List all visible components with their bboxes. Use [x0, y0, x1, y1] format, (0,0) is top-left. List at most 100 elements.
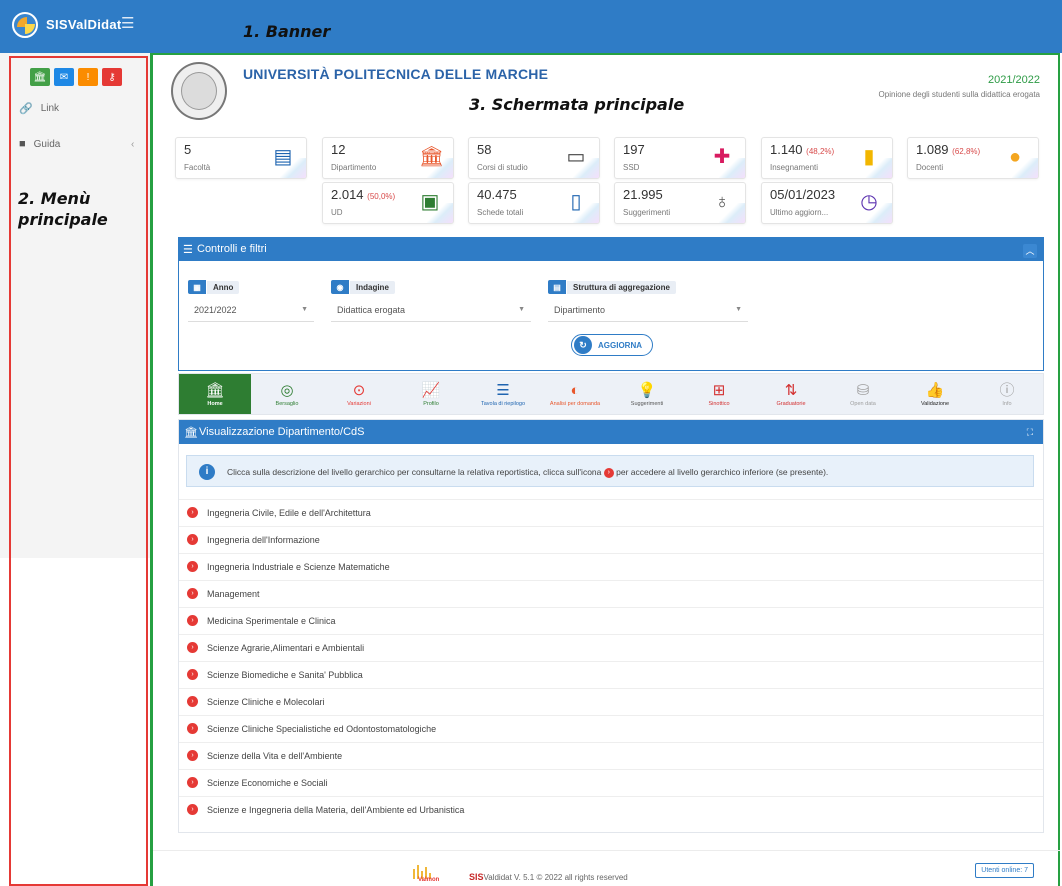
tab-label: Sinottico — [708, 400, 730, 407]
arrow-right-circle-icon[interactable]: › — [187, 723, 198, 734]
tab-profilo[interactable]: 📈 Profilo — [395, 374, 467, 414]
department-name[interactable]: Scienze della Vita e dell'Ambiente — [207, 751, 342, 761]
envelope-icon[interactable]: ✉ — [54, 68, 74, 86]
arrow-right-circle-icon: › — [603, 467, 614, 478]
arrow-right-circle-icon[interactable]: › — [187, 561, 198, 572]
indagine-select[interactable]: Didattica erogata ▼ — [331, 300, 531, 322]
tab-label: Graduatorie — [776, 400, 806, 407]
tab-icon: ◐ — [570, 381, 580, 399]
tab-validazione[interactable]: 👍 Validazione — [899, 374, 971, 414]
university-seal — [171, 62, 227, 120]
department-row[interactable]: › Scienze Biomediche e Sanita' Pubblica — [179, 661, 1043, 688]
department-name[interactable]: Scienze e Ingegneria della Materia, dell… — [207, 805, 464, 815]
department-name[interactable]: Scienze Biomediche e Sanita' Pubblica — [207, 670, 363, 680]
sidebar-item-link[interactable]: 🔗 Link — [19, 102, 59, 115]
tab-graduatorie[interactable]: ⇅ Graduatorie — [755, 374, 827, 414]
stat-value: 05/01/2023 — [770, 187, 836, 202]
arrow-right-circle-icon[interactable]: › — [187, 588, 198, 599]
tab-icon: ☰ — [496, 381, 510, 399]
department-row[interactable]: › Medicina Sperimentale e Clinica — [179, 607, 1043, 634]
department-row[interactable]: › Scienze Cliniche e Molecolari — [179, 688, 1043, 715]
department-row[interactable]: › Ingegneria Industriale e Scienze Matema… — [179, 553, 1043, 580]
refresh-button[interactable]: ↻ AGGIORNA — [571, 334, 653, 356]
tab-icon: 🏛 — [205, 381, 225, 399]
footer-copyright: SISValdidat V. 5.1 © 2022 all rights res… — [469, 872, 628, 882]
tab-open-data[interactable]: ⛁ Open data — [827, 374, 899, 414]
sidebar-item-label: Link — [40, 103, 60, 114]
chevron-up-icon[interactable]: ︿ — [1023, 244, 1037, 258]
stat-card: 197 SSD ✚ — [614, 137, 746, 179]
department-row[interactable]: › Scienze Economiche e Sociali — [179, 769, 1043, 796]
contact-card-icon: ▣ — [420, 191, 440, 213]
department-name[interactable]: Scienze Cliniche Specialistiche ed Odont… — [207, 724, 436, 734]
stat-label: Corsi di studio — [477, 163, 528, 172]
department-name[interactable]: Ingegneria dell'Informazione — [207, 535, 320, 545]
app-logo[interactable] — [12, 12, 38, 38]
arrow-right-circle-icon[interactable]: › — [187, 777, 198, 788]
filters-panel-header[interactable]: ☰ Controlli e filtri ︿ — [179, 238, 1043, 261]
tab-suggerimenti[interactable]: 💡 Suggerimenti — [611, 374, 683, 414]
arrow-right-circle-icon[interactable]: › — [187, 534, 198, 545]
tab-bersaglio[interactable]: ◎ Bersaglio — [251, 374, 323, 414]
stat-card: 2.014 (50,0%) UD ▣ — [322, 182, 454, 224]
caret-down-icon: ▼ — [518, 306, 525, 313]
tab-variazioni[interactable]: ⊙ Variazioni — [323, 374, 395, 414]
app-brand[interactable]: SISValDidat — [46, 17, 122, 32]
tab-analisi-per-domanda[interactable]: ◐ Analisi per domanda — [539, 374, 611, 414]
anno-select[interactable]: 2021/2022 ▼ — [188, 300, 314, 322]
menu-toggle-icon[interactable]: ☰ — [121, 14, 134, 32]
department-row[interactable]: › Scienze Agrarie,Alimentari e Ambientali — [179, 634, 1043, 661]
tab-label: Suggerimenti — [630, 400, 664, 407]
tab-tavola-di-riepilogo[interactable]: ☰ Tavola di riepilogo — [467, 374, 539, 414]
expand-icon[interactable]: ⛶ — [1027, 427, 1033, 438]
visualization-header: 🏛 Visualizzazione Dipartimento/CdS ⛶ — [179, 420, 1043, 444]
arrow-right-circle-icon[interactable]: › — [187, 642, 198, 653]
tab-label: Bersaglio — [275, 400, 299, 407]
department-name[interactable]: Scienze Agrarie,Alimentari e Ambientali — [207, 643, 364, 653]
filters-panel: ☰ Controlli e filtri ︿ ▦ Anno 2021/2022 ▼ … — [178, 237, 1044, 371]
users-icon: ● — [1008, 146, 1022, 168]
stat-card: 40.475 Schede totali ▯ — [468, 182, 600, 224]
arrow-right-circle-icon[interactable]: › — [187, 804, 198, 815]
tab-info[interactable]: ⓘ Info — [971, 374, 1043, 414]
department-row[interactable]: › Scienze Cliniche Specialistiche ed Odon… — [179, 715, 1043, 742]
department-icon: 🏛 — [184, 427, 198, 439]
department-name[interactable]: Ingegneria Civile, Edile e dell'Architet… — [207, 508, 371, 518]
department-name[interactable]: Scienze Economiche e Sociali — [207, 778, 328, 788]
department-row[interactable]: › Ingegneria Civile, Edile e dell'Archite… — [179, 499, 1043, 526]
department-name[interactable]: Management — [207, 589, 260, 599]
arrow-right-circle-icon[interactable]: › — [187, 750, 198, 761]
lightbulb-icon: ♁ — [714, 191, 730, 213]
stat-value: 12 — [331, 142, 346, 157]
arrow-right-circle-icon[interactable]: › — [187, 507, 198, 518]
institution-icon[interactable]: 🏛 — [30, 68, 50, 86]
arrow-right-circle-icon[interactable]: › — [187, 615, 198, 626]
stat-value: 5 — [184, 142, 192, 157]
department-name[interactable]: Ingegneria Industriale e Scienze Matemat… — [207, 562, 390, 572]
tab-home[interactable]: 🏛 Home — [179, 374, 251, 414]
department-row[interactable]: › Management — [179, 580, 1043, 607]
arrow-right-circle-icon[interactable]: › — [187, 696, 198, 707]
stat-value: 21.995 — [623, 187, 663, 202]
tab-sinottico[interactable]: ⊞ Sinottico — [683, 374, 755, 414]
department-name[interactable]: Medicina Sperimentale e Clinica — [207, 616, 336, 626]
info-icon[interactable]: ! — [78, 68, 98, 86]
department-row[interactable]: › Scienze e Ingegneria della Materia, del… — [179, 796, 1043, 823]
department-row[interactable]: › Scienze della Vita e dell'Ambiente — [179, 742, 1043, 769]
stat-label: Dipartimento — [331, 163, 377, 172]
info-alert: i Clicca sulla descrizione del livello g… — [186, 455, 1034, 487]
survey-icon: ◉ — [331, 280, 349, 294]
arrow-right-circle-icon[interactable]: › — [187, 669, 198, 680]
sidebar-item-guida[interactable]: ■ Guida ‹ — [19, 138, 134, 150]
stat-label: Schede totali — [477, 208, 524, 217]
sidebar-item-label: Guida — [33, 138, 61, 150]
stat-label: SSD — [623, 163, 640, 172]
department-name[interactable]: Scienze Cliniche e Molecolari — [207, 697, 325, 707]
key-icon[interactable]: ⚷ — [102, 68, 122, 86]
department-row[interactable]: › Ingegneria dell'Informazione — [179, 526, 1043, 553]
struttura-select[interactable]: Dipartimento ▼ — [548, 300, 748, 322]
stat-card: 12 Dipartimento 🏛 — [322, 137, 454, 179]
calendar-icon: ▦ — [188, 280, 206, 294]
stat-label: Facoltà — [184, 163, 211, 172]
tab-label: Analisi per domanda — [549, 400, 601, 407]
